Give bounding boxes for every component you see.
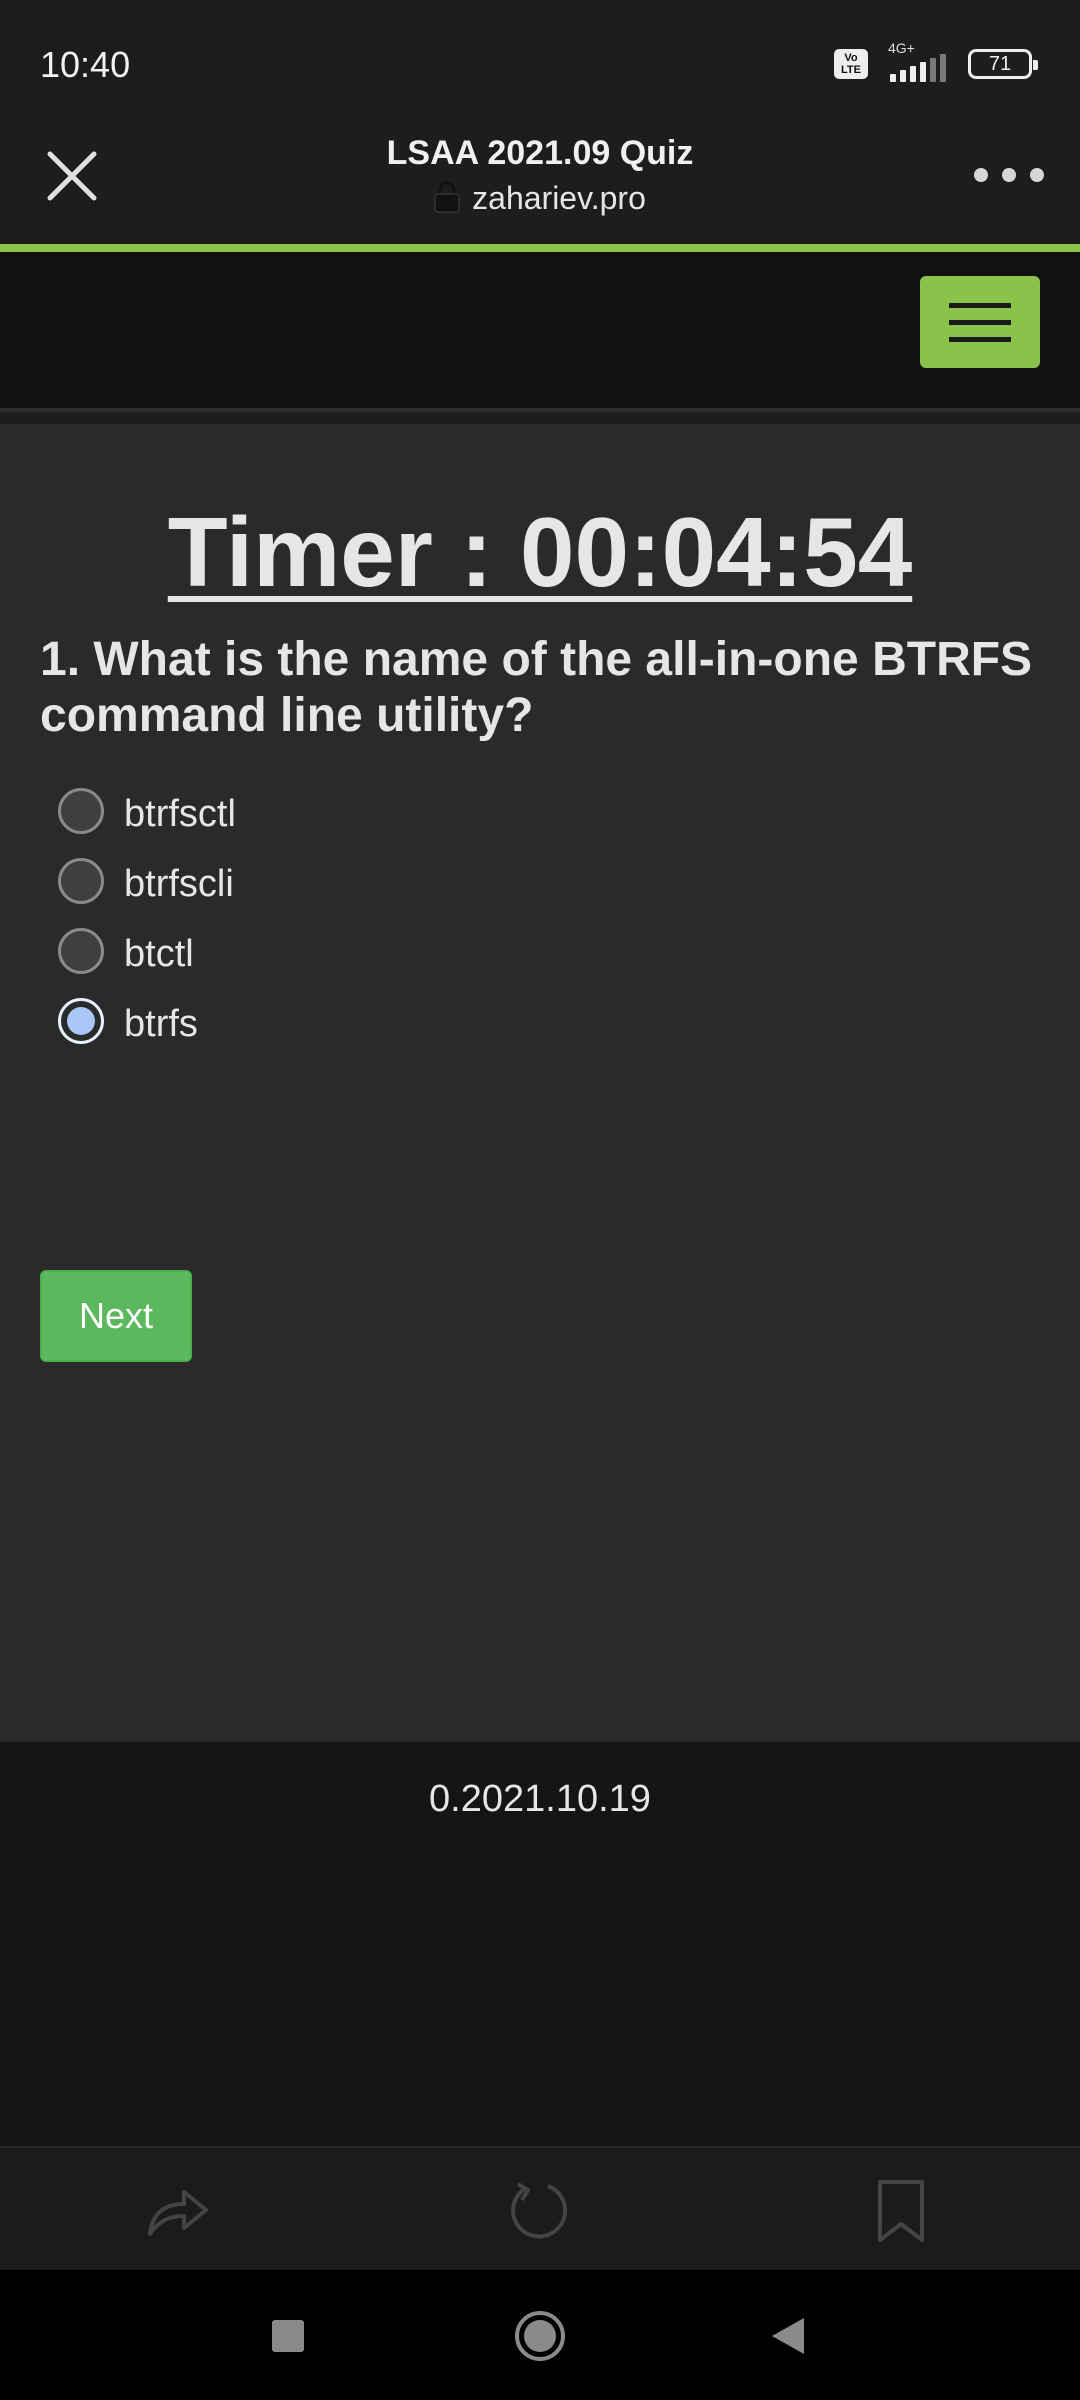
answer-option-label[interactable]: btrfscli bbox=[124, 863, 234, 906]
battery-icon: 71 bbox=[968, 49, 1038, 79]
quiz-panel: Timer : 00:04:54 1. What is the name of … bbox=[0, 424, 1080, 1742]
answer-option[interactable]: btrfsctl bbox=[58, 776, 236, 846]
site-navbar bbox=[0, 252, 1080, 412]
radio-button[interactable] bbox=[58, 858, 104, 904]
back-icon[interactable] bbox=[760, 2308, 816, 2364]
answer-option[interactable]: btrfscli bbox=[58, 846, 236, 916]
more-icon[interactable] bbox=[974, 160, 1044, 190]
page-title: LSAA 2021.09 Quiz bbox=[386, 134, 694, 172]
status-bar: 10:40 Vo LTE 4G+ 71 bbox=[0, 0, 1080, 120]
answer-option[interactable]: btctl bbox=[58, 916, 236, 986]
site-footer: 0.2021.10.19 bbox=[0, 1742, 1080, 2148]
hamburger-icon[interactable] bbox=[920, 276, 1040, 368]
browser-header: LSAA 2021.09 Quiz zahariev.pro bbox=[0, 120, 1080, 244]
recents-icon[interactable] bbox=[260, 2308, 316, 2364]
share-icon[interactable] bbox=[144, 2178, 210, 2244]
radio-button[interactable] bbox=[58, 928, 104, 974]
bookmark-icon[interactable] bbox=[868, 2178, 934, 2244]
next-button[interactable]: Next bbox=[40, 1270, 192, 1362]
url-text: zahariev.pro bbox=[472, 180, 646, 216]
answer-option-label[interactable]: btrfsctl bbox=[124, 793, 236, 836]
browser-toolbar bbox=[0, 2148, 1080, 2270]
answer-option[interactable]: btrfs bbox=[58, 986, 236, 1056]
reload-icon[interactable] bbox=[506, 2178, 572, 2244]
status-time: 10:40 bbox=[40, 44, 131, 85]
url-display[interactable]: zahariev.pro bbox=[0, 180, 1080, 221]
answer-options: btrfsctl btrfscli btctl btrfs bbox=[58, 776, 236, 1056]
volte-icon: Vo LTE bbox=[834, 49, 868, 79]
answer-option-label[interactable]: btctl bbox=[124, 933, 194, 976]
version-text: 0.2021.10.19 bbox=[429, 1778, 651, 1820]
answer-option-label[interactable]: btrfs bbox=[124, 1003, 198, 1046]
radio-button[interactable] bbox=[58, 788, 104, 834]
status-icons: Vo LTE 4G+ 71 bbox=[834, 40, 1038, 84]
battery-level: 71 bbox=[988, 53, 1012, 75]
lock-icon bbox=[434, 181, 460, 221]
home-icon[interactable] bbox=[512, 2308, 568, 2364]
signal-icon: 4G+ bbox=[882, 40, 954, 84]
system-nav-bar bbox=[0, 2270, 1080, 2400]
question-text: 1. What is the name of the all-in-one BT… bbox=[40, 633, 1033, 742]
quiz-timer: Timer : 00:04:54 bbox=[167, 497, 913, 607]
page-load-progress bbox=[0, 244, 1080, 252]
radio-button[interactable] bbox=[58, 998, 104, 1044]
